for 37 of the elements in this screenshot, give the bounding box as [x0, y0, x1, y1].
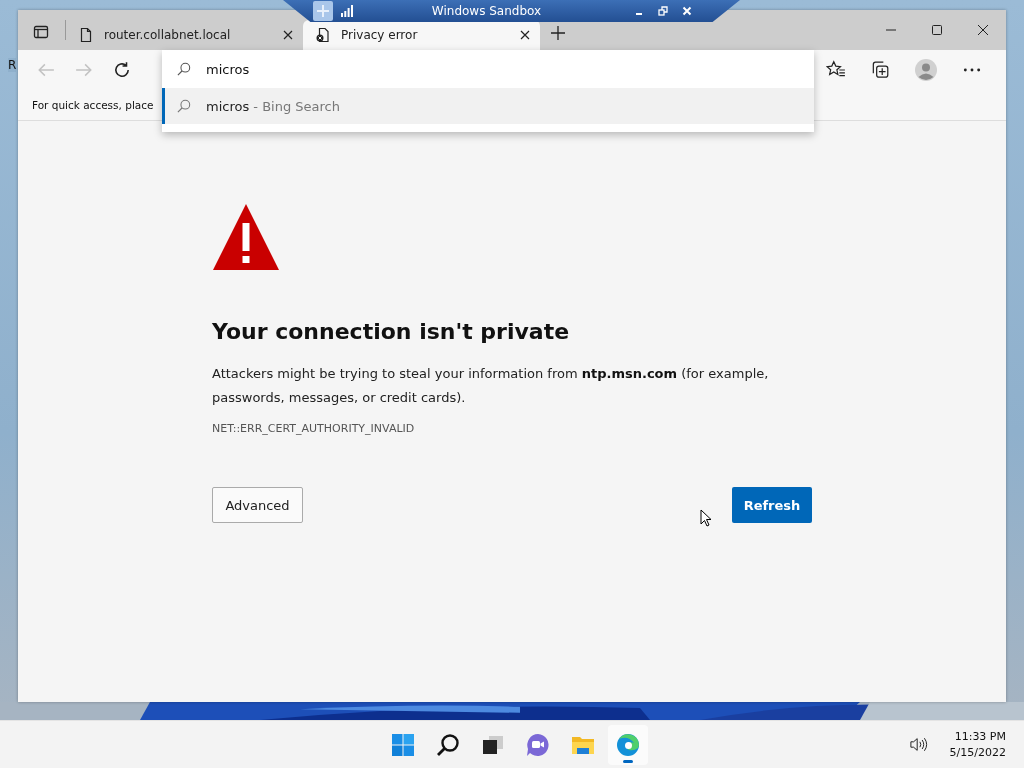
browser-logo-icon: [615, 732, 640, 757]
page-error-icon: [315, 27, 331, 43]
collections-icon[interactable]: [870, 60, 890, 80]
clock-time: 11:33 PM: [954, 728, 1006, 745]
search-icon: [177, 99, 191, 113]
page-icon: [78, 27, 94, 43]
close-icon[interactable]: [977, 24, 989, 36]
window-title: Windows Sandbox: [430, 4, 543, 18]
error-heading: Your connection isn't private: [212, 319, 571, 344]
close-icon[interactable]: [283, 30, 293, 40]
search-icon: [177, 62, 191, 76]
maximize-icon[interactable]: [931, 24, 943, 36]
advanced-button[interactable]: Advanced: [212, 487, 303, 523]
signal-icon: [341, 5, 353, 17]
error-code: NET::ERR_CERT_AUTHORITY_INVALID: [212, 422, 416, 435]
warning-icon: [212, 203, 280, 271]
video-chat-icon: [525, 732, 550, 757]
refresh-icon[interactable]: [113, 61, 131, 79]
profile-avatar[interactable]: [914, 58, 938, 82]
volume-icon[interactable]: [909, 737, 928, 752]
mouse-cursor-icon: [700, 509, 712, 527]
error-message: Attackers might be trying to steal your information from ntp.msn.com (for example, passwords, messages, or credit cards).: [212, 365, 770, 407]
refresh-button[interactable]: Refresh: [732, 487, 812, 523]
favorites-bar-hint: For quick access, place: [32, 99, 154, 111]
address-field[interactable]: micros: [162, 50, 814, 88]
close-icon[interactable]: [520, 30, 530, 40]
clock-date: 5/15/2022: [949, 744, 1006, 761]
desktop-icon-label[interactable]: R: [8, 58, 17, 72]
clock[interactable]: 11:33 PM 5/15/2022: [949, 728, 1006, 761]
windows-logo-icon: [390, 732, 415, 757]
browser-tab[interactable]: router.collabnet.local: [66, 20, 303, 50]
search-suggestion[interactable]: micros - Bing Search: [162, 88, 814, 124]
restore-icon[interactable]: [658, 6, 668, 16]
new-tab-icon[interactable]: [550, 25, 566, 41]
tab-actions-icon[interactable]: [33, 24, 49, 40]
browser-tab[interactable]: Privacy error: [303, 20, 540, 50]
search-icon: [435, 732, 460, 757]
